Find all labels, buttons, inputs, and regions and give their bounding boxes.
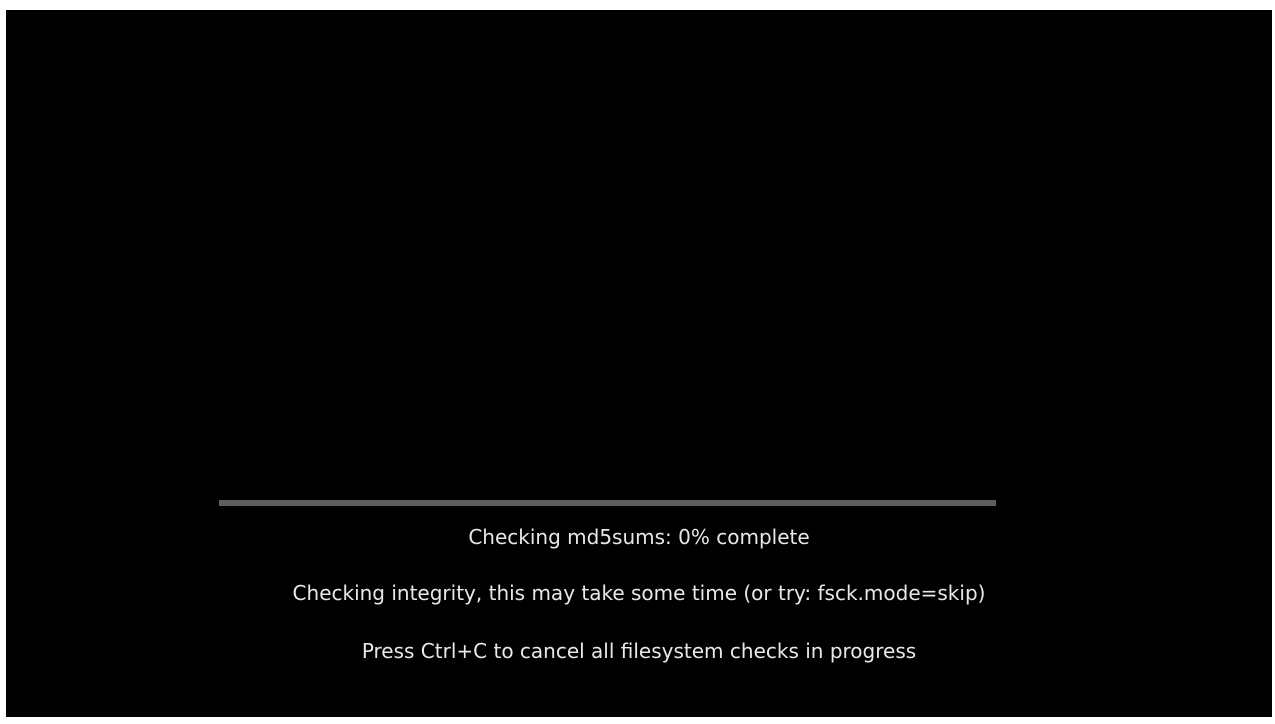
cancel-checks-hint: Press Ctrl+C to cancel all filesystem ch… — [361, 639, 917, 663]
md5-check-progress-bar — [219, 500, 996, 506]
boot-console-screen: Checking md5sums: 0% complete Checking i… — [6, 10, 1272, 717]
integrity-check-message: Checking integrity, this may take some t… — [292, 581, 986, 605]
md5-check-status-text: Checking md5sums: 0% complete — [468, 525, 810, 549]
